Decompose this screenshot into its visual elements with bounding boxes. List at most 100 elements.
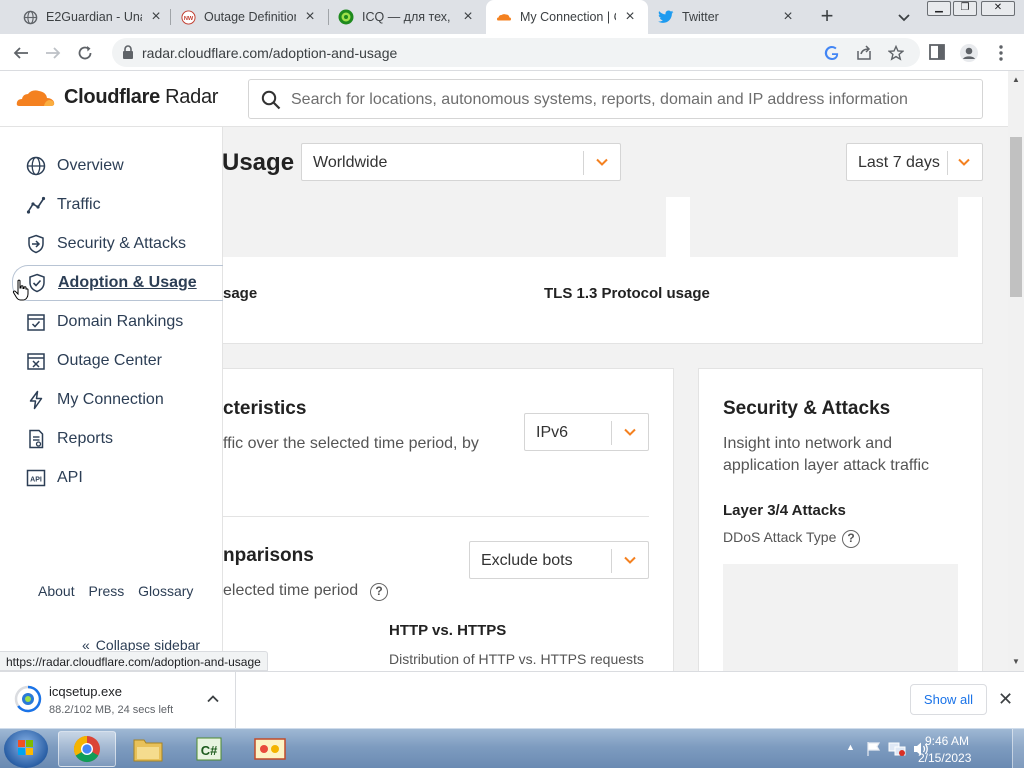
sidebar-item-overview[interactable]: Overview bbox=[12, 148, 223, 184]
sidebar-item-label: Overview bbox=[57, 157, 124, 174]
tab-title: Twitter bbox=[682, 10, 719, 24]
sidebar-item-adoption-usage[interactable]: Adoption & Usage bbox=[12, 265, 223, 301]
search-box[interactable]: Search for locations, autonomous systems… bbox=[248, 79, 983, 119]
back-button[interactable] bbox=[10, 42, 32, 64]
section-title: cteristics bbox=[223, 398, 307, 419]
tab-close-icon[interactable]: × bbox=[622, 9, 638, 25]
ip-version-select[interactable]: IPv6 bbox=[524, 413, 649, 451]
forward-button[interactable] bbox=[42, 42, 64, 64]
help-question-icon[interactable]: ? bbox=[370, 583, 388, 601]
calendar-x-icon bbox=[25, 350, 47, 372]
ip-version-value: IPv6 bbox=[536, 424, 569, 441]
csharp-icon: C# bbox=[196, 737, 222, 761]
bot-filter-select[interactable]: Exclude bots bbox=[469, 541, 649, 579]
brand-name: Cloudflare bbox=[64, 86, 160, 108]
date-range-select[interactable]: Last 7 days bbox=[846, 143, 983, 181]
scroll-up-arrow-icon[interactable]: ▲ bbox=[1012, 75, 1020, 84]
date-range-value: Last 7 days bbox=[858, 154, 940, 171]
api-icon: API bbox=[25, 467, 47, 489]
tab-twitter[interactable]: Twitter × bbox=[648, 0, 806, 34]
close-window-button[interactable]: ✕ bbox=[981, 1, 1015, 16]
about-link[interactable]: About bbox=[38, 583, 75, 599]
nw-site-icon: NW bbox=[180, 9, 196, 25]
tab-close-icon[interactable]: × bbox=[302, 9, 318, 25]
google-icon[interactable] bbox=[824, 44, 842, 62]
windows-logo-icon bbox=[18, 740, 33, 755]
profile-avatar-icon[interactable] bbox=[959, 43, 979, 63]
tab-e2guardian[interactable]: E2Guardian - Una × bbox=[12, 0, 174, 34]
tab-outage-definition[interactable]: NW Outage Definition × bbox=[170, 0, 328, 34]
sidebar: Overview Traffic Security & Attacks Adop… bbox=[0, 127, 223, 671]
help-question-icon[interactable]: ? bbox=[842, 530, 860, 548]
sidebar-item-api[interactable]: API API bbox=[12, 460, 223, 496]
status-bar-url: https://radar.cloudflare.com/adoption-an… bbox=[0, 651, 268, 671]
sidebar-item-label: Reports bbox=[57, 430, 114, 447]
side-panel-icon[interactable] bbox=[928, 43, 948, 63]
chart-title: Layer 3/4 Attacks bbox=[723, 502, 846, 519]
sidebar-item-label: My Connection bbox=[57, 391, 164, 408]
sidebar-item-outage-center[interactable]: Outage Center bbox=[12, 343, 223, 379]
start-button[interactable] bbox=[4, 730, 48, 768]
bookmark-star-icon[interactable] bbox=[887, 44, 906, 62]
close-icon[interactable]: ✕ bbox=[998, 690, 1013, 708]
action-center-flag-icon[interactable] bbox=[865, 741, 883, 757]
lock-icon[interactable] bbox=[122, 45, 134, 59]
traffic-characteristics-card: cteristics ffic over the selected time p… bbox=[212, 368, 674, 671]
sidebar-item-label: Domain Rankings bbox=[57, 313, 184, 330]
tab-my-connection[interactable]: My Connection | C × bbox=[486, 0, 648, 34]
tab-search-chevron-icon[interactable] bbox=[895, 8, 913, 26]
windows-taskbar: C# ▲ 9:46 AM 2/15/2023 bbox=[0, 728, 1024, 769]
minimize-button[interactable]: ▁ bbox=[927, 1, 951, 16]
sidebar-item-domain-rankings[interactable]: Domain Rankings bbox=[12, 304, 223, 340]
sidebar-item-reports[interactable]: Reports bbox=[12, 421, 223, 457]
card-description: Insight into network and application lay… bbox=[723, 435, 930, 474]
section-description: ffic over the selected time period, by bbox=[223, 435, 479, 452]
chrome-icon bbox=[73, 735, 100, 763]
restore-button[interactable]: ❐ bbox=[953, 1, 977, 16]
share-icon[interactable] bbox=[856, 44, 874, 62]
taskbar-paint[interactable] bbox=[241, 731, 299, 767]
section-description: elected time period bbox=[223, 582, 359, 599]
sidebar-item-label: Outage Center bbox=[57, 352, 162, 369]
svg-text:C#: C# bbox=[201, 743, 218, 758]
taskbar-explorer[interactable] bbox=[119, 731, 177, 767]
sidebar-item-traffic[interactable]: Traffic bbox=[12, 187, 223, 223]
glossary-link[interactable]: Glossary bbox=[138, 583, 193, 599]
tab-close-icon[interactable]: × bbox=[460, 9, 476, 25]
show-desktop-button[interactable] bbox=[1012, 729, 1024, 769]
svg-text:NW: NW bbox=[183, 15, 193, 21]
page-title: Usage bbox=[222, 149, 295, 176]
show-hidden-icons-arrow-icon[interactable]: ▲ bbox=[846, 742, 855, 752]
menu-kebab-icon[interactable] bbox=[994, 43, 1008, 63]
search-icon bbox=[261, 90, 281, 110]
sidebar-item-security[interactable]: Security & Attacks bbox=[12, 226, 223, 262]
location-select[interactable]: Worldwide bbox=[301, 143, 621, 181]
sidebar-item-my-connection[interactable]: My Connection bbox=[12, 382, 223, 418]
select-divider bbox=[611, 421, 612, 445]
scroll-down-arrow-icon[interactable]: ▼ bbox=[1012, 657, 1020, 666]
press-link[interactable]: Press bbox=[88, 583, 124, 599]
scrollbar-thumb[interactable] bbox=[1010, 137, 1022, 297]
reload-button[interactable] bbox=[74, 42, 96, 64]
download-shelf: icqsetup.exe 88.2/102 MB, 24 secs left S… bbox=[0, 671, 1024, 728]
clock-time[interactable]: 9:46 AM bbox=[925, 734, 969, 748]
show-all-downloads-button[interactable]: Show all bbox=[910, 684, 987, 715]
paint-icon bbox=[254, 738, 286, 760]
network-icon[interactable] bbox=[888, 741, 906, 757]
chart-title: HTTP vs. HTTPS bbox=[389, 622, 507, 639]
tab-close-icon[interactable]: × bbox=[780, 9, 796, 25]
taskbar-chrome[interactable] bbox=[58, 731, 116, 767]
download-item[interactable]: icqsetup.exe 88.2/102 MB, 24 secs left bbox=[0, 672, 236, 728]
chevron-up-icon[interactable] bbox=[206, 692, 220, 706]
taskbar-csharp[interactable]: C# bbox=[180, 731, 238, 767]
tab-close-icon[interactable]: × bbox=[148, 9, 164, 25]
tab-icq[interactable]: ICQ — для тех, кт × bbox=[328, 0, 486, 34]
new-tab-button[interactable]: + bbox=[816, 5, 838, 28]
clock-date[interactable]: 2/15/2023 bbox=[918, 751, 971, 765]
page-scrollbar[interactable]: ▲ ▼ bbox=[1008, 71, 1024, 671]
chart-placeholder bbox=[213, 197, 666, 257]
section-divider bbox=[223, 516, 649, 517]
bot-filter-value: Exclude bots bbox=[481, 552, 573, 569]
address-bar[interactable]: radar.cloudflare.com/adoption-and-usage bbox=[112, 38, 920, 67]
cloudflare-radar-logo[interactable]: Cloudflare Radar bbox=[16, 86, 218, 109]
